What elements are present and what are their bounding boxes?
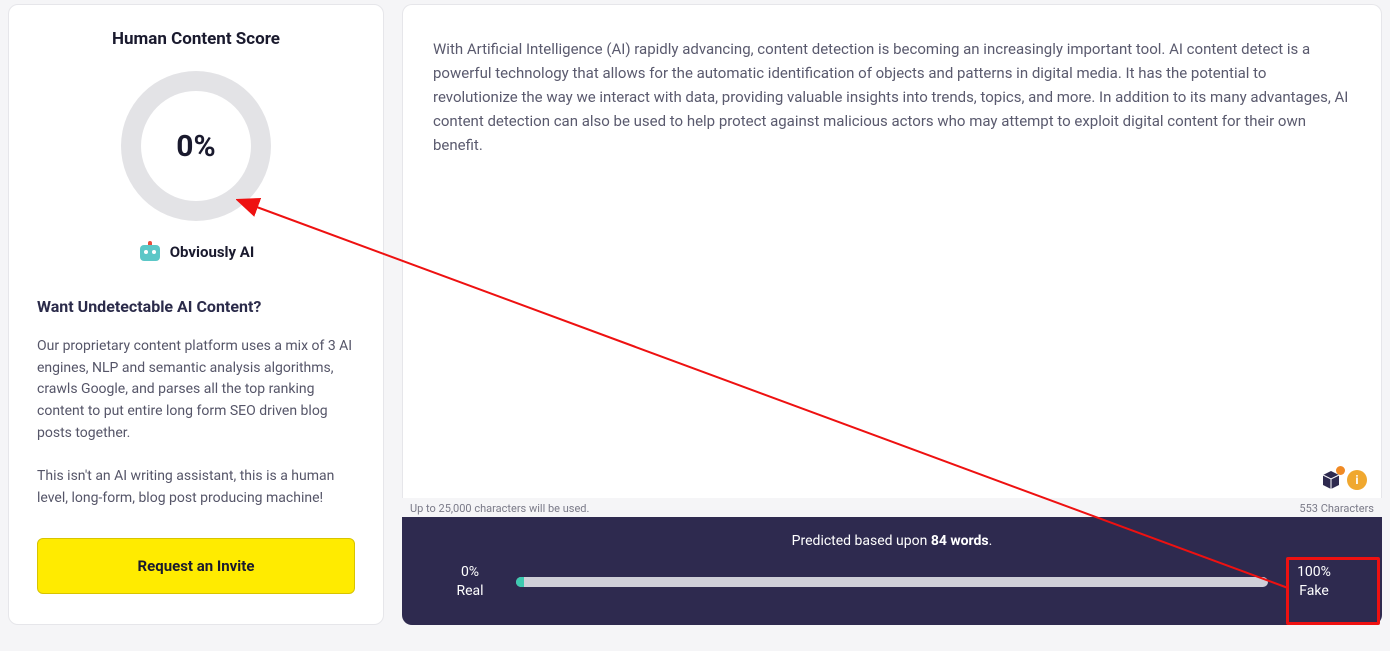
editor-side-icons: i bbox=[1321, 470, 1367, 490]
prediction-track bbox=[516, 577, 1268, 587]
score-verdict-label: Obviously AI bbox=[170, 243, 255, 261]
prediction-bar-row: 0% Real 100% Fake bbox=[442, 563, 1342, 601]
settings-cube-icon[interactable] bbox=[1321, 470, 1341, 490]
undetectable-p1: Our proprietary content platform uses a … bbox=[37, 336, 355, 444]
info-icon[interactable]: i bbox=[1347, 470, 1367, 490]
prediction-text: Predicted based upon 84 words. bbox=[442, 533, 1342, 549]
real-end-label: 0% Real bbox=[442, 563, 498, 601]
score-verdict: Obviously AI bbox=[37, 241, 355, 263]
prediction-word-count: 84 words bbox=[931, 533, 989, 549]
meta-row: Up to 25,000 characters will be used. 55… bbox=[402, 498, 1382, 517]
prediction-track-fill bbox=[516, 577, 524, 587]
analysis-panel: With Artificial Intelligence (AI) rapidl… bbox=[402, 4, 1382, 625]
fake-end-label: 100% Fake bbox=[1286, 563, 1342, 601]
char-count: 553 Characters bbox=[1299, 502, 1374, 515]
fake-percent: 100% bbox=[1286, 563, 1342, 582]
notification-dot-icon bbox=[1336, 466, 1345, 475]
robot-icon bbox=[138, 241, 162, 263]
content-editor[interactable]: With Artificial Intelligence (AI) rapidl… bbox=[402, 4, 1382, 498]
score-gauge: 0% bbox=[37, 71, 355, 221]
fake-label: Fake bbox=[1286, 582, 1342, 601]
score-percent: 0% bbox=[176, 129, 215, 164]
real-label: Real bbox=[442, 582, 498, 601]
editor-text: With Artificial Intelligence (AI) rapidl… bbox=[433, 37, 1351, 157]
prediction-prefix: Predicted based upon bbox=[792, 533, 931, 549]
request-invite-button[interactable]: Request an Invite bbox=[37, 538, 355, 594]
real-percent: 0% bbox=[442, 563, 498, 582]
prediction-suffix: . bbox=[989, 533, 993, 549]
prediction-bar: Predicted based upon 84 words. 0% Real 1… bbox=[402, 517, 1382, 625]
char-limit-note: Up to 25,000 characters will be used. bbox=[410, 502, 589, 515]
undetectable-heading: Want Undetectable AI Content? bbox=[37, 297, 355, 316]
score-title: Human Content Score bbox=[37, 29, 355, 49]
undetectable-p2: This isn't an AI writing assistant, this… bbox=[37, 466, 355, 509]
score-card: Human Content Score 0% Obviously AI Want… bbox=[8, 4, 384, 625]
